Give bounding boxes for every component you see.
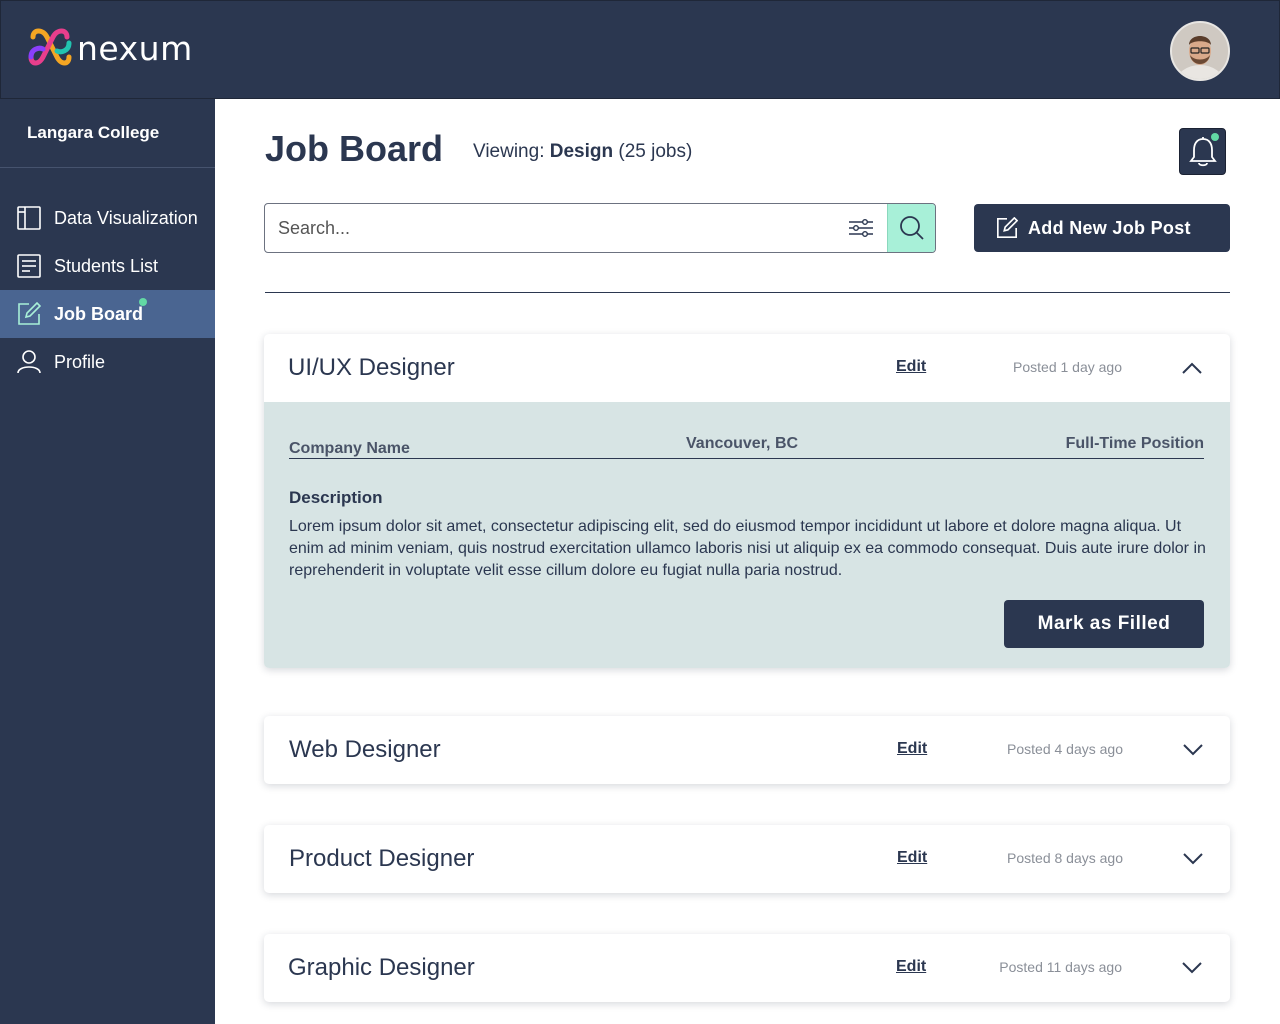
job-card-header[interactable]: Web Designer Edit Posted 4 days ago	[264, 716, 1230, 784]
sidebar-item-job-board[interactable]: Job Board	[0, 290, 215, 338]
layout-icon	[16, 205, 42, 231]
sidebar-item-data-visualization[interactable]: Data Visualization	[0, 194, 215, 242]
list-icon	[16, 253, 42, 279]
logo[interactable]: nexum	[27, 27, 193, 73]
avatar[interactable]	[1170, 21, 1230, 81]
sidebar-item-label: Data Visualization	[54, 207, 198, 228]
job-card-header[interactable]: Graphic Designer Edit Posted 11 days ago	[264, 934, 1230, 1002]
search-input[interactable]	[266, 205, 836, 251]
job-card-header[interactable]: Product Designer Edit Posted 8 days ago	[264, 825, 1230, 893]
sidebar-item-label: Students List	[54, 255, 159, 276]
job-card: Product Designer Edit Posted 8 days ago	[264, 825, 1230, 893]
filter-button[interactable]	[845, 214, 877, 242]
job-card: Graphic Designer Edit Posted 11 days ago	[264, 934, 1230, 1002]
job-type: Full-Time Position	[1065, 435, 1204, 452]
chevron-down-icon[interactable]	[1181, 847, 1205, 871]
edit-icon	[16, 301, 42, 327]
org-name: Langara College	[0, 99, 215, 168]
page-title: Job Board	[265, 128, 444, 169]
job-title: Web Designer	[289, 736, 441, 763]
posted-date: Posted 8 days ago	[1007, 850, 1123, 866]
job-card-header[interactable]: UI/UX Designer Edit Posted 1 day ago	[264, 334, 1230, 402]
edit-link[interactable]: Edit	[897, 849, 927, 867]
company-name: Company Name	[289, 440, 410, 457]
viewing-prefix: Viewing:	[473, 141, 550, 162]
description-heading: Description	[289, 488, 383, 507]
user-photo-icon	[1172, 23, 1228, 79]
logo-text: nexum	[77, 28, 193, 68]
notifications-button[interactable]	[1179, 128, 1226, 175]
sidebar-nav: Data Visualization Students List Job Boa…	[0, 194, 215, 386]
posted-date: Posted 11 days ago	[999, 959, 1122, 975]
sidebar-item-students-list[interactable]: Students List	[0, 242, 215, 290]
job-title: Product Designer	[289, 845, 475, 872]
divider	[265, 292, 1230, 293]
job-card: UI/UX Designer Edit Posted 1 day ago Com…	[264, 334, 1230, 668]
sliders-icon	[849, 219, 873, 237]
chevron-down-icon[interactable]	[1181, 738, 1205, 762]
job-title: Graphic Designer	[288, 954, 475, 981]
nexum-logo-icon	[28, 28, 72, 66]
edit-link[interactable]: Edit	[896, 958, 926, 976]
search-button[interactable]	[887, 204, 935, 252]
posted-date: Posted 4 days ago	[1007, 741, 1123, 757]
job-title: UI/UX Designer	[288, 354, 455, 381]
add-job-post-button[interactable]: Add New Job Post	[974, 204, 1230, 252]
job-details: Company Name Vancouver, BC Full-Time Pos…	[264, 402, 1230, 668]
edit-link[interactable]: Edit	[896, 358, 926, 376]
notification-dot	[1211, 133, 1219, 141]
mark-as-filled-button[interactable]: Mark as Filled	[1004, 600, 1204, 648]
description-text: Lorem ipsum dolor sit amet, consectetur …	[289, 518, 1206, 579]
job-location: Vancouver, BC	[686, 435, 799, 452]
job-card: Web Designer Edit Posted 4 days ago	[264, 716, 1230, 784]
viewing-count: (25 jobs)	[613, 141, 693, 162]
chevron-up-icon[interactable]	[1180, 356, 1204, 380]
notification-dot	[139, 298, 147, 306]
search-icon	[899, 216, 924, 240]
viewing-category: Design	[549, 141, 614, 162]
job-meta: Company Name Vancouver, BC Full-Time Pos…	[289, 432, 1204, 459]
sidebar-item-profile[interactable]: Profile	[0, 338, 215, 386]
sidebar-item-label: Job Board	[54, 303, 144, 324]
top-bar: nexum	[0, 0, 1280, 99]
sidebar: Langara College Data Visualization Stude…	[0, 99, 215, 1024]
search-bar	[264, 203, 936, 253]
edit-link[interactable]: Edit	[897, 740, 927, 758]
posted-date: Posted 1 day ago	[1013, 359, 1122, 375]
edit-icon	[996, 217, 1018, 239]
user-icon	[16, 349, 42, 375]
viewing-summary: Viewing: Design (25 jobs)	[473, 141, 692, 163]
chevron-down-icon[interactable]	[1180, 956, 1204, 980]
add-job-post-label: Add New Job Post	[1028, 217, 1191, 238]
sidebar-item-label: Profile	[54, 351, 106, 372]
